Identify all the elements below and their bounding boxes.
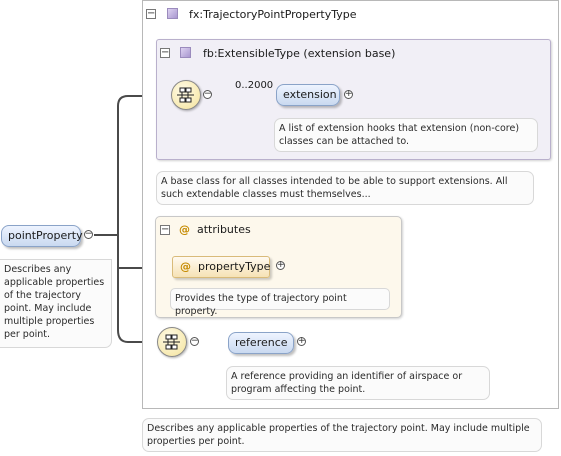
root-doc-text: Describes any applicable properties of t…	[4, 264, 105, 340]
root-element-pointProperty[interactable]: pointProperty	[1, 225, 83, 247]
expand-extension-plus-icon[interactable]: +	[344, 90, 353, 99]
extension-base-title: fb:ExtensibleType (extension base)	[203, 47, 396, 60]
sequence-icon[interactable]	[171, 80, 201, 110]
complex-type-doc-text: Describes any applicable properties of t…	[147, 423, 530, 447]
attribute-documentation: Provides the type of trajectory point pr…	[170, 288, 390, 317]
extension-doc-text: A list of extension hooks that extension…	[279, 123, 520, 147]
root-element-label: pointProperty	[8, 229, 83, 242]
collapse-extension-minus-icon[interactable]: −	[160, 48, 170, 58]
element-extension[interactable]: extension	[276, 84, 340, 106]
occurrence-label: 0..2000	[235, 80, 274, 91]
attribute-at-icon: @	[180, 260, 191, 273]
reference-label: reference	[235, 336, 288, 349]
extension-documentation: A list of extension hooks that extension…	[274, 118, 538, 152]
expand-reference-plus-icon[interactable]: +	[297, 337, 306, 346]
attribute-label: propertyType	[198, 260, 271, 273]
collapse-sequence2-minus-icon[interactable]: −	[190, 337, 199, 346]
attribute-propertyType[interactable]: @ propertyType	[172, 256, 270, 278]
extension-label: extension	[283, 88, 337, 101]
complex-type-documentation: Describes any applicable properties of t…	[142, 418, 542, 452]
reference-documentation: A reference providing an identifier of a…	[226, 366, 490, 400]
collapse-attributes-minus-icon[interactable]: −	[160, 225, 170, 235]
collapse-type-minus-icon[interactable]: −	[146, 9, 156, 19]
collapse-root-minus-icon[interactable]: −	[84, 230, 93, 239]
expand-propertyType-plus-icon[interactable]: +	[276, 261, 285, 270]
sequence-glyph	[177, 87, 194, 103]
element-reference[interactable]: reference	[228, 332, 294, 354]
attributes-title: attributes	[197, 223, 251, 236]
attributes-at-icon: @	[179, 223, 190, 236]
root-documentation: Describes any applicable properties of t…	[0, 259, 112, 348]
extension-base-doc-text: A base class for all classes intended to…	[161, 176, 508, 200]
extension-base-documentation: A base class for all classes intended to…	[156, 171, 534, 205]
sequence-icon-2[interactable]	[157, 327, 187, 357]
complex-type-title: fx:TrajectoryPointPropertyType	[189, 8, 357, 21]
sequence-glyph-2	[163, 334, 180, 350]
reference-doc-text: A reference providing an identifier of a…	[231, 371, 463, 395]
complex-type-icon	[167, 8, 178, 19]
extension-type-icon	[180, 47, 191, 58]
collapse-sequence-minus-icon[interactable]: −	[203, 90, 212, 99]
